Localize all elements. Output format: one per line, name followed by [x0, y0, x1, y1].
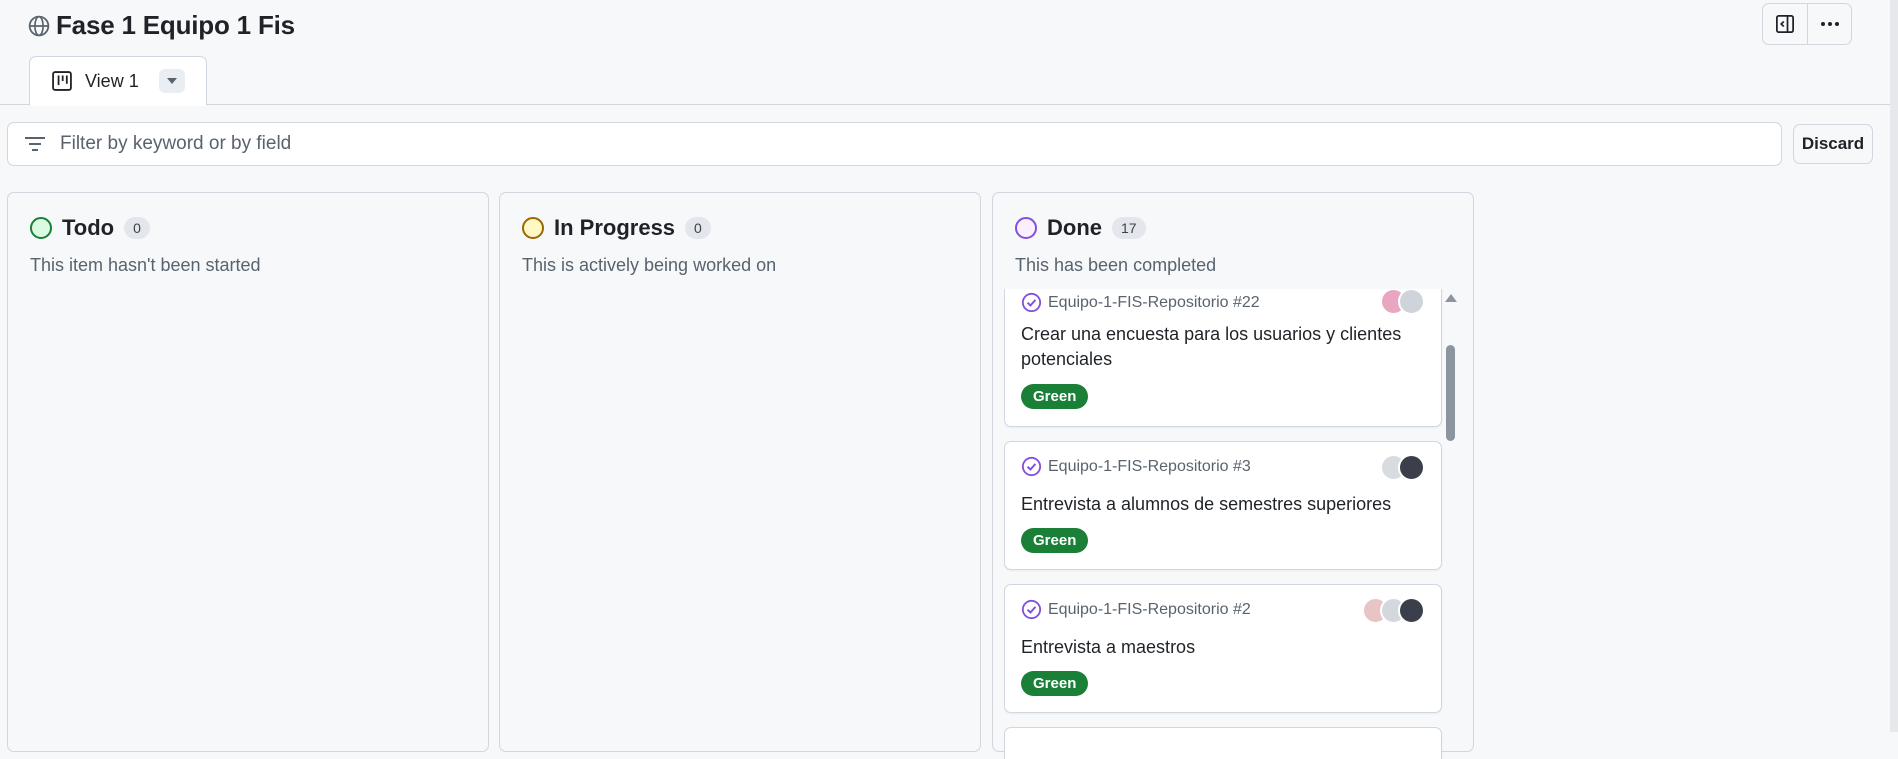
- issue-title[interactable]: Entrevista a maestros: [1021, 635, 1426, 660]
- column-scrollbar[interactable]: [1443, 289, 1457, 759]
- avatar: [1398, 454, 1425, 481]
- issue-title[interactable]: Entrevista a alumnos de semestres superi…: [1021, 492, 1426, 517]
- card-header: Equipo-1-FIS-Repositorio #2: [1021, 599, 1251, 620]
- kebab-horizontal-icon: [1820, 22, 1839, 26]
- card-list: Equipo-1-FIS-Repositorio #22 Crear una e…: [1004, 289, 1444, 759]
- column-name: Done: [1047, 215, 1102, 240]
- globe-icon: [28, 15, 50, 37]
- tab-view-1[interactable]: View 1: [29, 56, 207, 106]
- avatar: [1398, 597, 1425, 624]
- column-name: Todo: [62, 215, 115, 240]
- issue-repo-link[interactable]: Equipo-1-FIS-Repositorio #3: [1048, 458, 1251, 476]
- in-progress-status-icon: [522, 217, 544, 239]
- discard-button[interactable]: Discard: [1793, 124, 1873, 164]
- card-header: Equipo-1-FIS-Repositorio #22: [1021, 292, 1260, 313]
- project-header: Fase 1 Equipo 1 Fis View 1: [0, 0, 1898, 106]
- issue-closed-icon: [1021, 599, 1042, 620]
- column-count: 0: [124, 217, 150, 239]
- issue-repo-link[interactable]: Equipo-1-FIS-Repositorio #2: [1048, 601, 1251, 619]
- page-title: Fase 1 Equipo 1 Fis: [56, 10, 295, 40]
- filter-input[interactable]: [60, 133, 1781, 155]
- column-done: Done 17 This has been completed Equipo-1…: [992, 192, 1474, 759]
- column-description: This has been completed: [1015, 255, 1217, 275]
- more-options-button[interactable]: [1807, 4, 1851, 44]
- header-actions: [1762, 3, 1852, 45]
- column-name: In Progress: [554, 215, 676, 240]
- title-row: Fase 1 Equipo 1 Fis: [28, 10, 295, 41]
- avatar: [1398, 289, 1425, 315]
- column-count: 0: [685, 217, 711, 239]
- todo-status-icon: [30, 217, 52, 239]
- assignee-avatars[interactable]: [1380, 289, 1425, 315]
- board-icon: [52, 71, 72, 91]
- issue-card[interactable]: Equipo-1-FIS-Repositorio #2 Entrevista a…: [1004, 584, 1442, 713]
- issue-closed-icon: [1021, 292, 1042, 313]
- label-badge: Green: [1021, 528, 1089, 553]
- column-header: In Progress 0: [522, 215, 711, 241]
- issue-card[interactable]: Equipo-1-FIS-Repositorio #3 Entrevista a…: [1004, 441, 1442, 570]
- assignee-avatars[interactable]: [1380, 454, 1425, 481]
- issue-card[interactable]: Equipo-1-FIS-Repositorio #22 Crear una e…: [1004, 289, 1442, 427]
- view-options-dropdown[interactable]: [158, 69, 185, 93]
- label-badge: Green: [1021, 671, 1089, 696]
- filter-bar[interactable]: [7, 122, 1782, 166]
- tab-label: View 1: [85, 70, 139, 91]
- issue-title[interactable]: Crear una encuesta para los usuarios y c…: [1021, 322, 1426, 372]
- column-todo: Todo 0 This item hasn't been started: [7, 192, 489, 752]
- label-badge: Green: [1021, 384, 1089, 409]
- column-description: This item hasn't been started: [30, 255, 261, 275]
- issue-repo-link[interactable]: Equipo-1-FIS-Repositorio #22: [1048, 294, 1260, 312]
- page-scrollbar[interactable]: [1890, 0, 1898, 732]
- scroll-thumb[interactable]: [1446, 345, 1455, 441]
- card-header: Equipo-1-FIS-Repositorio #3: [1021, 456, 1251, 477]
- column-count: 17: [1112, 217, 1146, 239]
- filter-icon: [25, 137, 45, 151]
- scroll-up-arrow-icon[interactable]: [1445, 294, 1457, 302]
- triangle-down-icon: [166, 78, 177, 84]
- panel-toggle-button[interactable]: [1763, 4, 1807, 44]
- sidebar-panel-icon: [1776, 15, 1794, 33]
- issue-closed-icon: [1021, 456, 1042, 477]
- column-header: Done 17: [1015, 215, 1146, 241]
- column-header: Todo 0: [30, 215, 150, 241]
- assignee-avatars[interactable]: [1362, 597, 1425, 624]
- column-description: This is actively being worked on: [522, 255, 777, 275]
- column-in-progress: In Progress 0 This is actively being wor…: [499, 192, 981, 752]
- done-status-icon: [1015, 217, 1037, 239]
